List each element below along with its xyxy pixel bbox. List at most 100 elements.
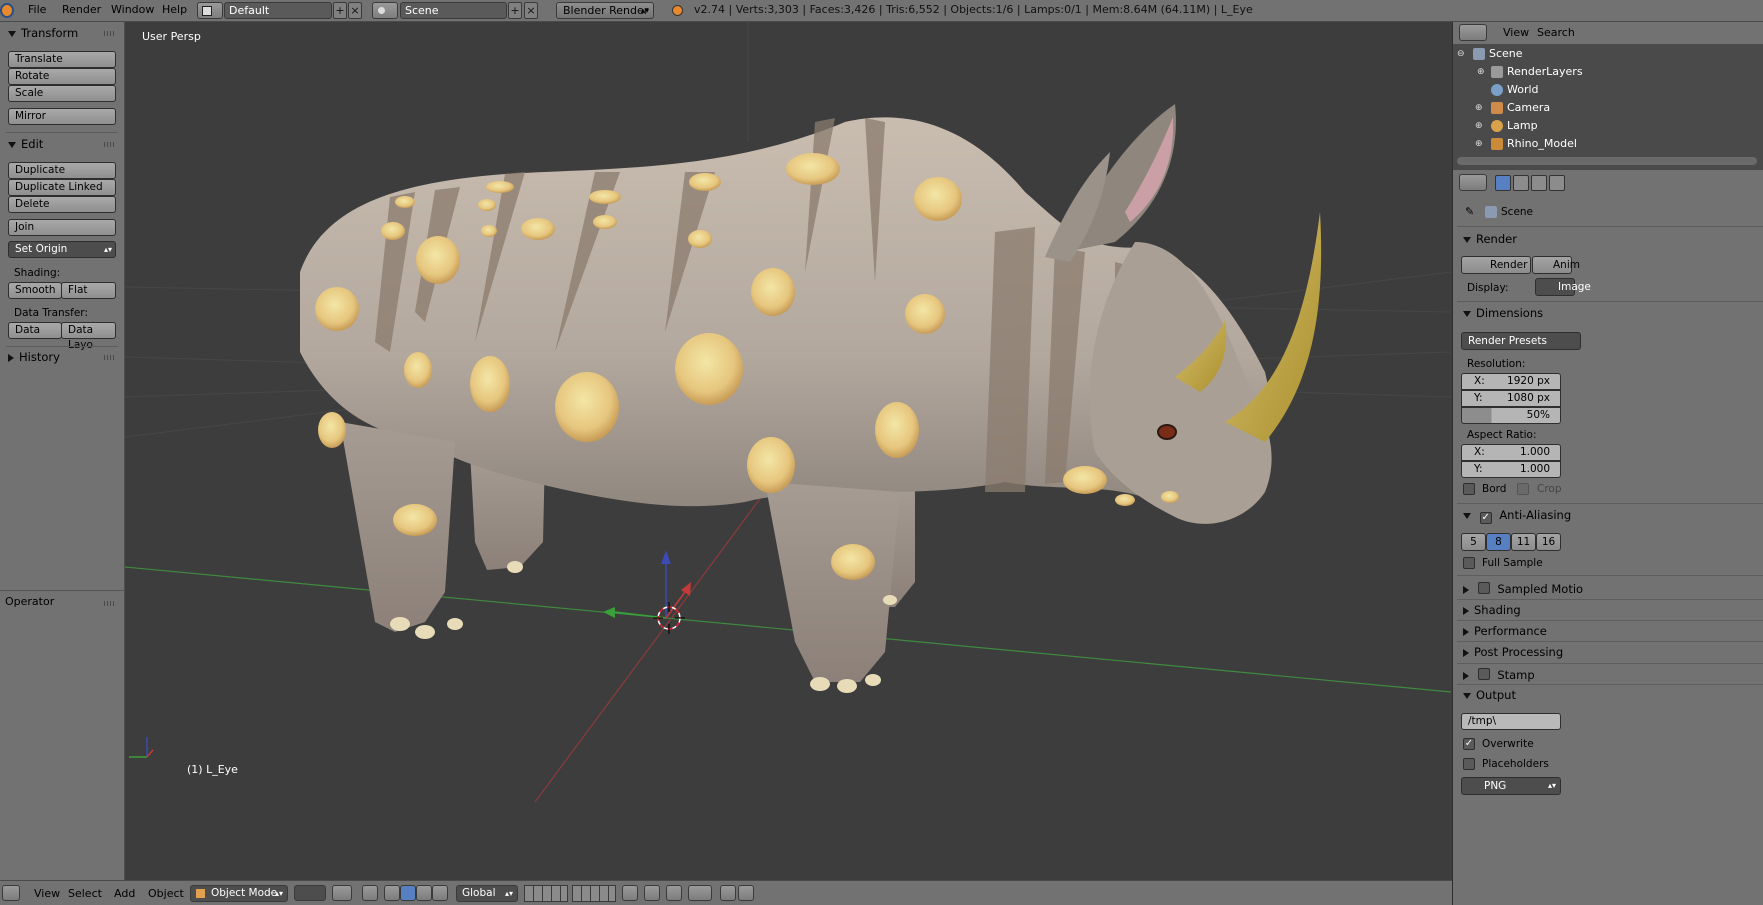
- mode-select[interactable]: Object Mode ▴▾: [190, 885, 288, 902]
- history-panel-header[interactable]: History: [8, 350, 60, 364]
- full-sample-checkbox[interactable]: [1463, 557, 1475, 569]
- animation-button[interactable]: Anim: [1532, 256, 1580, 274]
- render-preview-icon[interactable]: [720, 885, 736, 901]
- add-screen-button[interactable]: +: [333, 2, 347, 19]
- aspect-y-field[interactable]: Y: 1.000: [1461, 461, 1561, 478]
- expand-toggle-icon[interactable]: ⊕: [1475, 135, 1483, 153]
- smooth-button[interactable]: Smooth: [8, 282, 62, 299]
- scene-field[interactable]: Scene: [400, 2, 507, 19]
- outliner-scrollbar[interactable]: [1457, 157, 1757, 165]
- mirror-button[interactable]: Mirror: [8, 108, 116, 125]
- overwrite-checkbox[interactable]: ✓: [1463, 738, 1475, 750]
- output-panel-header[interactable]: Output: [1463, 688, 1516, 702]
- menu-window[interactable]: Window: [111, 3, 154, 16]
- viewport-scene[interactable]: [125, 22, 1451, 880]
- menu-help[interactable]: Help: [162, 3, 187, 16]
- scene-context-tab[interactable]: [1531, 175, 1547, 191]
- resolution-percent-slider[interactable]: 50%: [1461, 407, 1561, 424]
- transform-orientation-select[interactable]: Global ▴▾: [456, 885, 518, 902]
- expand-toggle-icon[interactable]: ⊕: [1475, 99, 1483, 117]
- panel-grip-icon[interactable]: [104, 142, 114, 147]
- file-format-dropdown[interactable]: PNG ▴▾: [1461, 777, 1561, 795]
- expand-toggle-icon[interactable]: ⊖: [1457, 45, 1465, 63]
- render-panel-header[interactable]: Render: [1463, 232, 1517, 246]
- duplicate-linked-button[interactable]: Duplicate Linked: [8, 179, 116, 196]
- duplicate-button[interactable]: Duplicate: [8, 162, 116, 179]
- menu-add[interactable]: Add: [114, 887, 135, 900]
- render-animation-icon[interactable]: [738, 885, 754, 901]
- layer-buttons-2[interactable]: [572, 885, 616, 902]
- stamp-panel-header[interactable]: Stamp: [1463, 667, 1535, 682]
- resolution-x-field[interactable]: X: 1920 px: [1461, 373, 1561, 390]
- edit-panel-header[interactable]: Edit: [8, 137, 43, 151]
- placeholders-checkbox[interactable]: [1463, 758, 1475, 770]
- screen-layout-icon[interactable]: [197, 2, 223, 19]
- snap-toggle-icon[interactable]: [666, 885, 682, 901]
- antialiasing-panel-header[interactable]: ✓ Anti-Aliasing: [1463, 508, 1571, 524]
- world-context-tab[interactable]: [1549, 175, 1565, 191]
- translate-manipulator-icon[interactable]: [384, 885, 400, 901]
- performance-panel-header[interactable]: Performance: [1463, 624, 1547, 638]
- panel-grip-icon[interactable]: [104, 31, 114, 36]
- scale-manipulator-icon[interactable]: [416, 885, 432, 901]
- outliner-item-rhino-model[interactable]: ⊕ Rhino_Model: [1453, 135, 1763, 153]
- blender-logo-icon[interactable]: [0, 3, 14, 18]
- render-presets-dropdown[interactable]: Render Presets: [1461, 332, 1581, 350]
- data-layout-button[interactable]: Data Layo: [61, 322, 116, 351]
- stamp-checkbox[interactable]: [1477, 668, 1490, 680]
- renderlayers-context-tab[interactable]: [1513, 175, 1529, 191]
- outliner-item-world[interactable]: World: [1453, 81, 1763, 99]
- aa-sample-5[interactable]: 5: [1461, 533, 1486, 551]
- rotate-manipulator-icon[interactable]: [400, 885, 416, 901]
- flat-button[interactable]: Flat: [61, 282, 116, 299]
- rotate-button[interactable]: Rotate: [8, 68, 116, 85]
- border-checkbox[interactable]: [1463, 483, 1475, 495]
- outliner-view-menu[interactable]: View: [1503, 26, 1529, 39]
- render-button[interactable]: Render: [1461, 256, 1531, 274]
- layer-buttons[interactable]: [524, 885, 568, 902]
- menu-select[interactable]: Select: [68, 887, 102, 900]
- outliner-item-scene[interactable]: ⊖ Scene: [1453, 45, 1763, 63]
- output-path-field[interactable]: /tmp\: [1461, 713, 1561, 730]
- outliner[interactable]: View Search ⊖ Scene ⊕ RenderLayers World…: [1452, 22, 1763, 170]
- outliner-item-renderlayers[interactable]: ⊕ RenderLayers: [1453, 63, 1763, 81]
- menu-file[interactable]: File: [28, 3, 46, 16]
- delete-button[interactable]: Delete: [8, 196, 116, 213]
- manipulator-toggle-icon[interactable]: [362, 885, 378, 901]
- aa-sample-8[interactable]: 8: [1486, 533, 1511, 551]
- aa-sample-16[interactable]: 16: [1536, 533, 1561, 551]
- delete-screen-button[interactable]: ×: [348, 2, 362, 19]
- layer-lock-icon[interactable]: [622, 885, 638, 901]
- data-button[interactable]: Data: [8, 322, 62, 339]
- proportional-edit-icon[interactable]: [644, 885, 660, 901]
- sampled-motion-panel-header[interactable]: Sampled Motio: [1463, 581, 1583, 596]
- snap-element-icon[interactable]: [688, 885, 712, 901]
- viewport-shading-icon[interactable]: [294, 885, 326, 901]
- outliner-item-camera[interactable]: ⊕ Camera: [1453, 99, 1763, 117]
- translate-button[interactable]: Translate: [8, 51, 116, 68]
- antialiasing-checkbox[interactable]: ✓: [1479, 512, 1492, 524]
- join-button[interactable]: Join: [8, 219, 116, 236]
- pivot-point-icon[interactable]: [332, 885, 352, 901]
- crop-checkbox[interactable]: [1517, 483, 1529, 495]
- menu-view[interactable]: View: [34, 887, 60, 900]
- transform-panel-header[interactable]: Transform: [8, 26, 78, 40]
- delete-scene-button[interactable]: ×: [524, 2, 538, 19]
- panel-grip-icon[interactable]: [104, 601, 114, 606]
- properties-editor-icon[interactable]: [1459, 174, 1487, 191]
- expand-toggle-icon[interactable]: ⊕: [1475, 117, 1483, 135]
- sampled-motion-checkbox[interactable]: [1477, 582, 1490, 594]
- menu-object[interactable]: Object: [148, 887, 184, 900]
- scale-button[interactable]: Scale: [8, 85, 116, 102]
- menu-render[interactable]: Render: [62, 3, 101, 16]
- render-engine-select[interactable]: Blender Render ▴▾: [556, 2, 654, 19]
- shading-panel-header[interactable]: Shading: [1463, 603, 1521, 617]
- set-origin-dropdown[interactable]: Set Origin ▴▾: [8, 241, 116, 258]
- outliner-item-lamp[interactable]: ⊕ Lamp: [1453, 117, 1763, 135]
- display-dropdown[interactable]: Image: [1535, 278, 1591, 296]
- outliner-search-menu[interactable]: Search: [1537, 26, 1575, 39]
- aspect-x-field[interactable]: X: 1.000: [1461, 444, 1561, 461]
- post-processing-panel-header[interactable]: Post Processing: [1463, 645, 1563, 659]
- resolution-y-field[interactable]: Y: 1080 px: [1461, 390, 1561, 407]
- 3d-viewport[interactable]: User Persp (1) L_Eye: [125, 22, 1451, 880]
